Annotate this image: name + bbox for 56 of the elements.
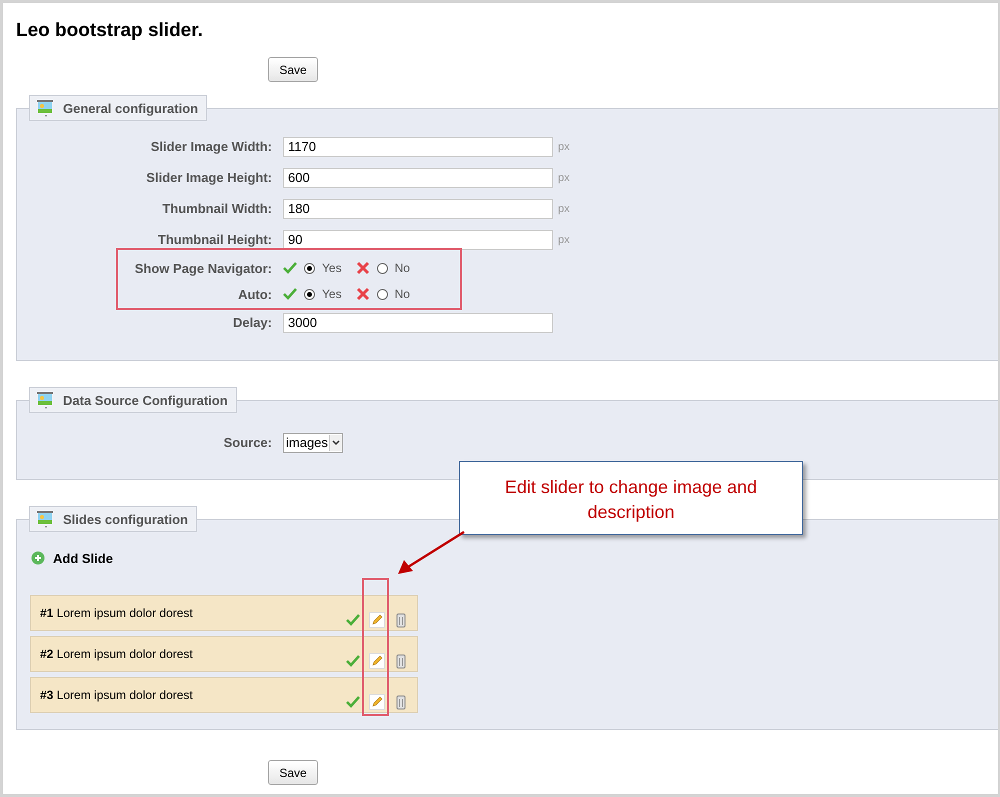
- field-label: Auto:: [237, 286, 272, 302]
- page-title: Leo bootstrap slider.: [15, 19, 204, 43]
- input-field[interactable]: 600: [283, 168, 553, 188]
- input-field[interactable]: 180: [283, 198, 553, 218]
- input-field[interactable]: 90: [283, 230, 553, 250]
- field-label: Source:: [222, 435, 272, 450]
- checkmark-icon[interactable]: [345, 612, 361, 628]
- unit-label: px: [558, 140, 570, 152]
- checkmark-icon: [283, 287, 297, 301]
- picture-icon: [36, 510, 54, 528]
- unit-label: px: [558, 172, 570, 184]
- cross-icon: [356, 261, 370, 275]
- slide-title: #1 Lorem ipsum dolor dorest: [40, 606, 193, 622]
- unit-label: px: [558, 202, 570, 214]
- cross-icon: [356, 287, 370, 301]
- field-label: Thumbnail Width:: [161, 201, 272, 216]
- radio-button[interactable]: [376, 262, 388, 274]
- save-button[interactable]: Save: [268, 57, 318, 82]
- input-field[interactable]: 1170: [283, 136, 553, 156]
- radio-button[interactable]: [304, 288, 315, 300]
- field-label: Thumbnail Height:: [156, 232, 272, 247]
- edit-icon[interactable]: [369, 653, 385, 669]
- field-label: Slider Image Height:: [145, 170, 272, 185]
- field-label: Delay:: [232, 315, 272, 330]
- input-field[interactable]: 3000: [283, 312, 553, 332]
- save-button[interactable]: Save: [268, 760, 318, 785]
- source-dropdown[interactable]: images: [283, 432, 343, 452]
- slide-title: #2 Lorem ipsum dolor dorest: [40, 647, 193, 663]
- slide-title: #3 Lorem ipsum dolor dorest: [40, 688, 193, 704]
- slide-row[interactable]: #2 Lorem ipsum dolor dorest: [30, 636, 418, 672]
- picture-icon: [36, 99, 54, 117]
- edit-icon[interactable]: [369, 612, 385, 628]
- option-label: Yes: [322, 261, 342, 275]
- option-label: No: [394, 287, 410, 301]
- checkmark-icon: [283, 261, 297, 275]
- unit-label: px: [558, 234, 570, 246]
- radio-button[interactable]: [376, 288, 388, 300]
- callout-box: Edit slider to change image and description: [459, 461, 803, 535]
- field-label: Show Page Navigator:: [134, 260, 272, 276]
- option-label: No: [394, 261, 410, 275]
- slide-row[interactable]: #3 Lorem ipsum dolor dorest: [30, 677, 418, 713]
- slide-row[interactable]: #1 Lorem ipsum dolor dorest: [30, 595, 418, 631]
- checkmark-icon[interactable]: [345, 694, 361, 710]
- add-slide-link[interactable]: Add Slide: [53, 550, 113, 566]
- picture-icon: [36, 391, 54, 409]
- add-icon: [31, 551, 45, 565]
- radio-button[interactable]: [304, 262, 315, 274]
- checkmark-icon[interactable]: [345, 653, 361, 669]
- field-label: Slider Image Width:: [150, 139, 272, 154]
- option-label: Yes: [322, 287, 342, 301]
- section-legend: Data Source Configuration: [29, 387, 237, 413]
- arrow-icon: [396, 531, 466, 576]
- section-legend: General configuration: [29, 95, 208, 121]
- section-legend: Slides configuration: [29, 506, 197, 532]
- caret-icon: [328, 434, 342, 450]
- edit-icon[interactable]: [369, 694, 385, 710]
